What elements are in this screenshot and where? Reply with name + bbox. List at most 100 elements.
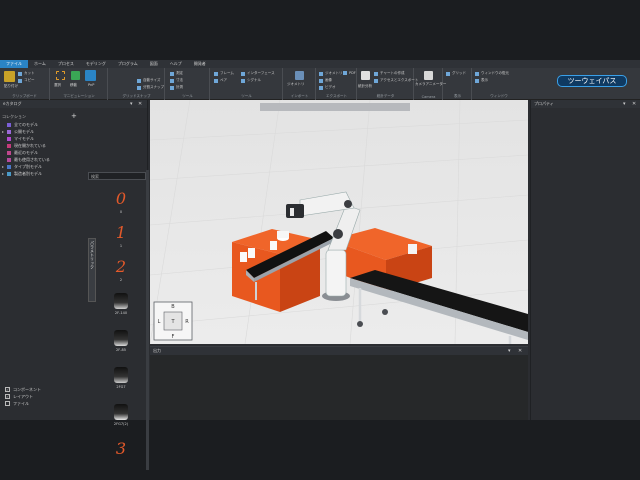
collection-item[interactable]: ▸ 公開モデル [2, 128, 82, 135]
nav-cube-bottom[interactable]: F [172, 334, 175, 340]
menu-developer[interactable]: 開発者 [188, 60, 212, 68]
catalog-scrollbar[interactable] [146, 170, 149, 470]
menu-process[interactable]: プロセス [52, 60, 80, 68]
side-tab-label: パラメトリック [90, 241, 95, 269]
auto-size-toggle[interactable]: 自動サイズ [137, 78, 160, 83]
cut-button[interactable]: カット [18, 71, 35, 76]
parametric-side-tab[interactable]: パラメトリック [88, 238, 96, 302]
catalog-item[interactable]: 3 [97, 438, 145, 472]
collection-item[interactable]: 最も使用されている [2, 156, 82, 163]
menu-program[interactable]: プログラム [112, 60, 144, 68]
menu-drawing[interactable]: 図面 [144, 60, 164, 68]
paste-icon[interactable] [4, 71, 15, 82]
ribbon-group-label: マニピュレーション [63, 94, 95, 98]
3d-viewport[interactable]: B L T R F [150, 100, 528, 344]
close-icon[interactable]: ✕ [518, 348, 522, 354]
collection-item-label: 現在開かれている [14, 142, 46, 148]
frame-button[interactable]: フレーム [214, 71, 234, 76]
chart-button[interactable]: チャートの作成 [374, 71, 404, 76]
ribbon-group-label: ウィンドウ [490, 94, 508, 98]
pnp-button[interactable]: PnP [88, 83, 94, 87]
menu-home[interactable]: ホーム [28, 60, 52, 68]
measure-button[interactable]: 測定 [170, 71, 183, 76]
stats-icon[interactable] [361, 71, 370, 80]
catalog-item[interactable]: 2F-140 [97, 293, 145, 327]
catalog-item[interactable]: 11 [97, 222, 145, 256]
checkbox-icon[interactable] [5, 401, 10, 406]
collection-item[interactable]: ▸ タイプ別モデル [2, 163, 82, 170]
access-export-button[interactable]: アクセスとエクスポート [374, 78, 418, 83]
signal-button[interactable]: シグナル [241, 78, 261, 83]
ribbon-group-label: グリッドスナップ [122, 94, 151, 98]
collection-item[interactable]: 全てのモデル [2, 121, 82, 128]
filter-checkbox[interactable]: ✓ レイアウト [5, 393, 41, 400]
geometry-export-button[interactable]: ジオメトリ [319, 71, 343, 76]
nav-cube-right[interactable]: R [185, 319, 189, 325]
move-icon[interactable] [71, 71, 80, 80]
collection-item-label: タイプ別モデル [14, 163, 42, 169]
collection-icon [7, 150, 11, 155]
move-button[interactable]: 移動 [70, 83, 77, 88]
nav-cube-top[interactable]: B [171, 304, 175, 310]
filter-label: レイアウト [13, 393, 33, 399]
split-snap-toggle[interactable]: 分割スナップ [137, 85, 164, 90]
catalog-search-input[interactable]: 検索 [88, 172, 146, 180]
pin-icon[interactable]: ▾ [623, 101, 626, 107]
select-icon[interactable] [56, 71, 65, 80]
geometry-import-button[interactable]: ジオメトリ [287, 82, 305, 87]
nav-cube-left[interactable]: L [158, 319, 161, 325]
catalog-item[interactable]: 2FG7 [97, 367, 145, 401]
pnp-icon[interactable] [85, 70, 96, 81]
checkbox-icon[interactable]: ✓ [5, 387, 10, 392]
show-window-button[interactable]: 表示 [475, 78, 488, 83]
restore-window-button[interactable]: ウィンドウの復元 [475, 71, 509, 76]
catalog-item[interactable]: 22 [97, 256, 145, 290]
ribbon-group-camera: カメラアニメーター Camera [415, 68, 446, 100]
viewport-toolbar[interactable] [260, 103, 410, 111]
image-export-button[interactable]: 画像 [319, 78, 332, 83]
item-caption: 1 [119, 244, 123, 248]
ribbon-group-label: ツール [241, 94, 252, 98]
close-icon[interactable]: ✕ [138, 101, 142, 107]
geometry-import-icon[interactable] [295, 71, 304, 80]
copy-button[interactable]: コピー [18, 78, 35, 83]
item-caption: 2 [119, 278, 123, 282]
stats-button[interactable]: 統計分析 [358, 84, 372, 89]
item-caption: 2FG7(2) [113, 422, 129, 426]
collection-icon [7, 122, 11, 127]
collection-item[interactable]: 最近のモデル [2, 149, 82, 156]
ribbon-group-label: ツール [182, 94, 193, 98]
menu-modeling[interactable]: モデリング [80, 60, 112, 68]
paste-button[interactable]: 貼り付け [4, 84, 18, 89]
interface-button[interactable]: インターフェース [241, 71, 275, 76]
select-button[interactable]: 選択 [54, 83, 61, 88]
collection-item[interactable]: マイモデル [2, 135, 82, 142]
pair-button[interactable]: ペア [214, 78, 227, 83]
pin-icon[interactable]: ▾ [508, 348, 511, 354]
pin-icon[interactable]: ▾ [130, 101, 133, 107]
nav-cube[interactable]: B L T R F [153, 301, 193, 341]
filter-checkbox[interactable]: ✓ コンポーネント [5, 386, 41, 393]
add-collection-icon[interactable]: + [71, 112, 77, 120]
catalog-item[interactable]: 2F-85 [97, 330, 145, 364]
camera-icon[interactable] [424, 71, 433, 80]
collection-icon [7, 136, 11, 141]
collection-icon [7, 164, 11, 169]
filter-checkbox[interactable]: ファイル [5, 400, 41, 407]
pdf-export-button[interactable]: PDF [343, 71, 356, 75]
calc-button[interactable]: 計測 [170, 85, 183, 90]
camera-animator-button[interactable]: カメラアニメーター [415, 82, 446, 87]
menu-help[interactable]: ヘルプ [164, 60, 188, 68]
share-button[interactable]: ツーウェイパス [557, 75, 627, 87]
checkbox-icon[interactable]: ✓ [5, 394, 10, 399]
video-export-button[interactable]: ビデオ [319, 85, 336, 90]
menu-file[interactable]: ファイル [0, 60, 28, 68]
dimension-button[interactable]: 寸法 [170, 78, 183, 83]
close-icon[interactable]: ✕ [632, 101, 636, 107]
collection-item[interactable]: ▸ 製造者別モデル [2, 170, 82, 177]
grid-toggle[interactable]: グリッド [446, 71, 466, 76]
collection-item[interactable]: 現在開かれている [2, 142, 82, 149]
ribbon-group-manipulation: 選択 移動 PnP マニピュレーション [51, 68, 108, 100]
catalog-item[interactable]: 2FG7(2) [97, 404, 145, 438]
catalog-item[interactable]: 00 [97, 188, 145, 222]
